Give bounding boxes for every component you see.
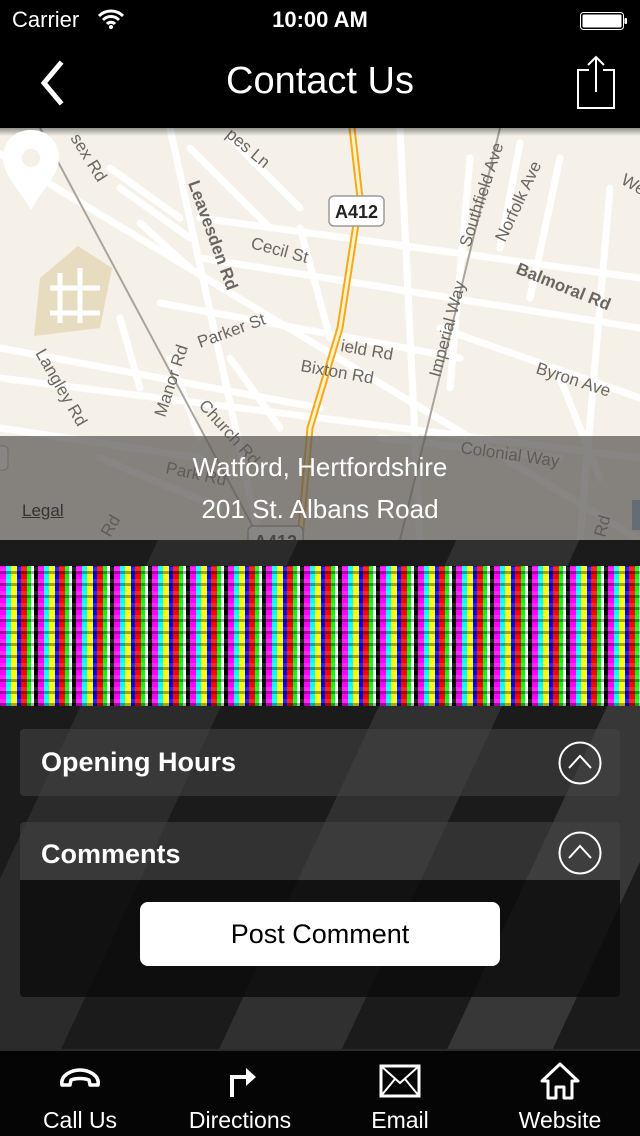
tab-label: Call Us — [42, 1107, 118, 1133]
tab-label: Email — [371, 1107, 429, 1133]
tab-call-us[interactable]: Call Us — [0, 1051, 160, 1136]
map-label: Byron Ave — [534, 359, 613, 401]
map-park — [34, 246, 112, 336]
opening-hours-header[interactable]: Opening Hours — [20, 729, 620, 796]
location-pin-icon[interactable] — [0, 128, 62, 212]
chevron-up-circle-icon[interactable] — [558, 741, 602, 785]
map-label: sex Rd — [67, 130, 111, 185]
map-label: Norfolk Ave — [491, 158, 545, 245]
status-time: 10:00 AM — [272, 7, 368, 32]
post-comment-button[interactable]: Post Comment — [140, 902, 500, 966]
navigation-bar: Contact Us — [0, 40, 640, 128]
map-view[interactable]: sex Rd pes Ln Leavesden Rd Cecil St Park… — [0, 128, 640, 540]
directions-arrow-icon — [230, 1068, 256, 1097]
chevron-up-circle-icon[interactable] — [558, 831, 602, 875]
comments-title: Comments — [41, 839, 181, 869]
map-label: We — [618, 170, 640, 199]
opening-hours-title: Opening Hours — [41, 747, 236, 777]
envelope-icon — [379, 1064, 421, 1098]
home-icon — [540, 1062, 580, 1100]
comments-header[interactable]: Comments — [20, 822, 620, 880]
tab-label: Directions — [188, 1107, 292, 1133]
tab-label: Website — [518, 1107, 602, 1133]
status-bar: Carrier 10:00 AM — [0, 0, 640, 40]
tab-website[interactable]: Website — [480, 1051, 640, 1136]
page-title: Contact Us — [226, 60, 414, 102]
tab-bar: Call Us Directions Email Website — [0, 1049, 640, 1136]
map-top-shadow — [0, 128, 640, 136]
svg-text:A412: A412 — [335, 202, 378, 222]
phone-icon — [60, 1068, 100, 1087]
road-shield: A412 — [328, 195, 385, 227]
battery-icon — [580, 12, 627, 30]
share-button[interactable] — [576, 54, 616, 110]
image-carousel[interactable] — [0, 566, 640, 706]
address-city: Watford, Hertfordshire — [192, 452, 448, 482]
tab-directions[interactable]: Directions — [160, 1051, 320, 1136]
address-street: 201 St. Albans Road — [201, 494, 439, 524]
tab-email[interactable]: Email — [320, 1051, 480, 1136]
